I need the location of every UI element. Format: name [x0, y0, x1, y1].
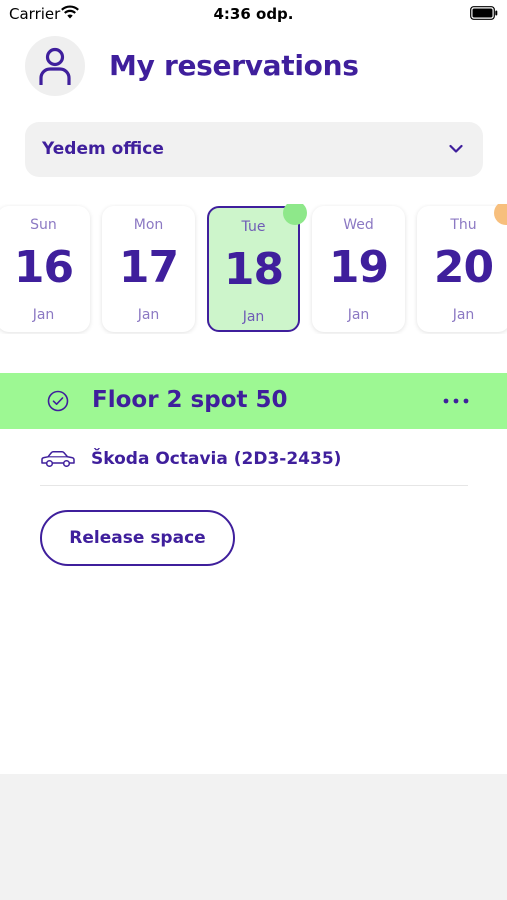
more-icon[interactable]: [440, 391, 472, 411]
date-day-number: 19: [328, 242, 389, 293]
date-card-wed[interactable]: Wed 19 Jan: [312, 206, 405, 332]
date-card-sun[interactable]: Sun 16 Jan: [0, 206, 90, 332]
date-month: Jan: [242, 309, 265, 325]
office-select[interactable]: Yedem office: [25, 122, 483, 177]
date-weekday: Thu: [450, 217, 477, 233]
date-month: Jan: [347, 307, 370, 323]
date-day-number: 17: [118, 242, 179, 293]
bottom-area: [0, 774, 507, 900]
car-row: Škoda Octavia (2D3-2435): [40, 443, 468, 486]
check-circle-icon: [47, 390, 69, 412]
date-month: Jan: [452, 307, 475, 323]
reservation-indicator-dot: [283, 204, 307, 225]
car-label: Škoda Octavia (2D3-2435): [91, 449, 342, 469]
person-icon: [39, 47, 71, 85]
chevron-down-icon: [449, 144, 463, 153]
date-day-number: 20: [433, 242, 494, 293]
date-weekday: Mon: [133, 217, 164, 233]
date-day-number: 18: [223, 244, 284, 295]
date-strip[interactable]: Sun 16 Jan Mon 17 Jan Tue 18 Jan Wed 19 …: [0, 204, 507, 334]
reservation-title: Floor 2 spot 50: [92, 387, 288, 413]
release-space-button[interactable]: Release space: [40, 510, 235, 566]
date-month: Jan: [137, 307, 160, 323]
date-card-tue[interactable]: Tue 18 Jan: [207, 206, 300, 332]
date-weekday: Sun: [30, 217, 57, 233]
date-weekday: Wed: [343, 217, 374, 233]
avatar[interactable]: [25, 36, 85, 96]
date-card-mon[interactable]: Mon 17 Jan: [102, 206, 195, 332]
date-day-number: 16: [13, 242, 74, 293]
clock: 4:36 odp.: [213, 5, 294, 23]
car-icon: [41, 450, 75, 468]
page-title: My reservations: [109, 49, 359, 82]
battery-icon: [470, 6, 498, 20]
date-month: Jan: [32, 307, 55, 323]
office-select-value: Yedem office: [42, 139, 164, 159]
date-card-thu[interactable]: Thu 20 Jan: [417, 206, 507, 332]
reservation-header: Floor 2 spot 50: [0, 373, 507, 429]
date-weekday: Tue: [241, 219, 266, 235]
status-bar: Carrier 4:36 odp.: [0, 0, 507, 30]
